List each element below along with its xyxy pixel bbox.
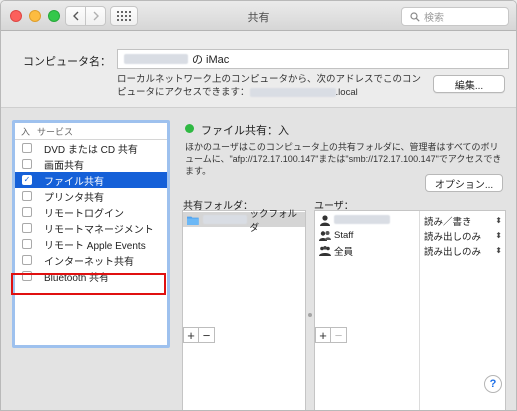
service-row[interactable]: 画面共有 [15,156,167,172]
add-folder-button[interactable]: + [183,327,199,343]
service-row[interactable]: Bluetooth 共有 [15,268,167,284]
back-button[interactable] [65,6,86,26]
add-user-button[interactable]: + [315,327,331,343]
service-rows: DVD または CD 共有 画面共有 ✓ ファイル共有 プリンタ共有リモートログインリモ… [15,140,167,284]
file-sharing-status: ファイル共有：入 [201,125,289,137]
remove-user-button[interactable]: − [331,327,347,343]
options-button[interactable]: オプション... [425,174,503,192]
search-placeholder: 検索 [424,13,444,24]
permission-label: 読み出しのみ [424,231,482,243]
users-list[interactable]: 読み／書き ⬍ Staff 読み出しのみ ⬍ 全員 読み出しのみ ⬍ [314,210,506,410]
column-on-header: 入 [21,126,31,137]
folder-icon [187,216,199,225]
chevron-right-icon [93,11,99,21]
redacted-folder-name [202,215,248,224]
service-label: リモートログイン [44,208,124,220]
service-label: ファイル共有 [44,176,104,188]
user-row[interactable]: Staff 読み出しのみ ⬍ [315,228,505,243]
remove-folder-button[interactable]: − [199,327,215,343]
computer-name-field[interactable]: の iMac [117,49,509,69]
service-checkbox[interactable] [22,143,32,153]
chevron-left-icon [72,11,78,21]
computer-name-value: の iMac [192,54,230,66]
split-view-handle[interactable] [308,313,312,317]
permission-label: 読み／書き [424,216,472,228]
shared-folder-row[interactable]: ックフォルダ [183,209,305,234]
service-checkbox[interactable] [22,207,32,217]
service-checkbox[interactable]: ✓ [22,175,32,185]
folder-add-remove: + − [183,327,215,343]
address-note-suffix: .local [335,87,358,98]
single-user-icon [319,215,331,226]
service-row[interactable]: プリンタ共有 [15,188,167,204]
service-row[interactable]: ✓ ファイル共有 [15,172,167,188]
updown-arrows-icon: ⬍ [495,216,502,225]
permission-popup[interactable]: 読み出しのみ ⬍ [424,244,502,258]
service-label: DVD または CD 共有 [44,144,138,156]
close-window-button[interactable] [10,10,22,22]
local-address-note: ローカルネットワーク上のコンピュータから、次のアドレスでこのコンピュータにアクセ… [117,73,422,99]
grid-icon [117,11,131,21]
computer-name-label: コンピュータ名： [23,56,111,68]
show-all-button[interactable] [110,6,138,26]
user-row[interactable]: 全員 読み出しのみ ⬍ [315,243,505,258]
user-add-remove: + − [315,327,347,343]
group-icon [319,230,331,241]
edit-button[interactable]: 編集... [433,75,505,93]
permission-popup[interactable]: 読み出しのみ ⬍ [424,229,502,243]
service-checkbox[interactable] [22,223,32,233]
search-icon [410,12,420,22]
zoom-window-button[interactable] [48,10,60,22]
user-row[interactable]: 読み／書き ⬍ [315,213,505,228]
search-input[interactable]: 検索 [401,7,509,26]
title-bar: 共有 検索 [1,1,516,31]
service-label: インターネット共有 [44,256,134,268]
user-name: 全員 [334,246,354,258]
service-label: Bluetooth 共有 [44,272,110,284]
service-checkbox[interactable] [22,255,32,265]
service-row[interactable]: インターネット共有 [15,252,167,268]
forward-button[interactable] [85,6,106,26]
service-label: リモートマネージメント [44,224,154,236]
service-checkbox[interactable] [22,239,32,249]
column-service-header: サービス [37,126,74,137]
service-row[interactable]: リモートマネージメント [15,220,167,236]
service-row[interactable]: リモート Apple Events [15,236,167,252]
service-label: リモート Apple Events [44,240,146,252]
user-name: Staff [334,230,354,241]
permission-popup[interactable]: 読み／書き ⬍ [424,214,502,228]
redacted-hostname [249,87,336,97]
service-label: 画面共有 [44,160,84,172]
service-row[interactable]: リモートログイン [15,204,167,220]
file-sharing-description: ほかのユーザはこのコンピュータ上の共有フォルダに、管理者はすべてのボリュームに、… [185,142,502,176]
services-list-header: 入 サービス [15,123,167,140]
redacted-user-name [334,214,390,224]
help-button[interactable]: ? [484,375,502,393]
everyone-icon [319,245,331,256]
shared-folders-list[interactable]: ックフォルダ [182,209,306,410]
shared-folder-name: ックフォルダ [249,208,297,234]
user-name [334,214,420,227]
system-preferences-window: 共有 検索 コンピュータ名： の iMac ローカルネットワーク上のコンピュータ… [0,0,517,411]
minimize-window-button[interactable] [29,10,41,22]
redacted-name [124,54,188,64]
services-list[interactable]: 入 サービス DVD または CD 共有 画面共有 ✓ ファイル共有 プリンタ共有リモー… [12,120,170,348]
updown-arrows-icon: ⬍ [495,231,502,240]
service-checkbox[interactable] [22,271,32,281]
permission-label: 読み出しのみ [424,246,482,258]
sharing-pane: 入 サービス DVD または CD 共有 画面共有 ✓ ファイル共有 プリンタ共有リモー… [1,108,516,410]
service-checkbox[interactable] [22,159,32,169]
service-checkbox[interactable] [22,191,32,201]
service-row[interactable]: DVD または CD 共有 [15,140,167,156]
status-indicator [185,124,194,133]
service-label: プリンタ共有 [44,192,104,204]
updown-arrows-icon: ⬍ [495,246,502,255]
